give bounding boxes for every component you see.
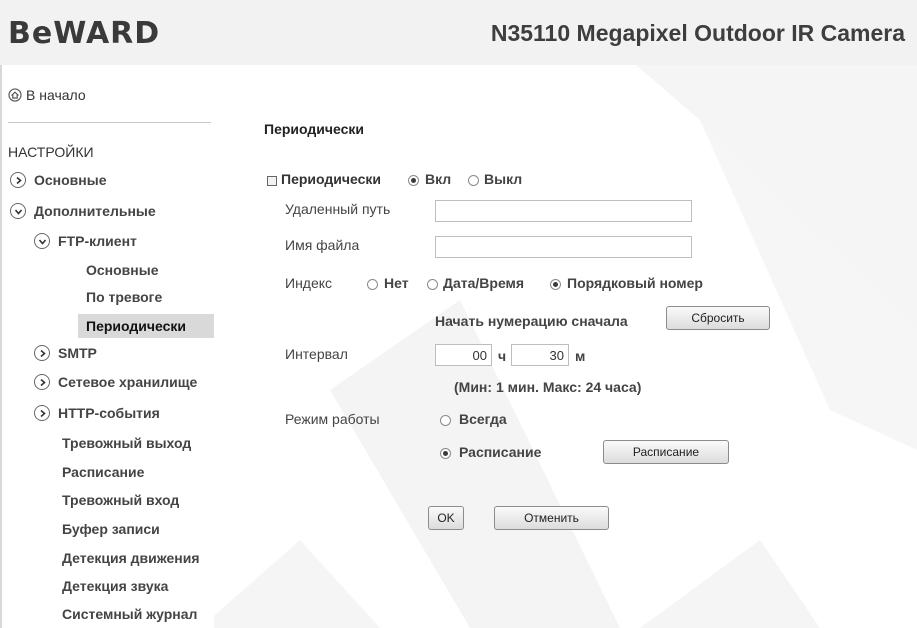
chevron-right-icon (34, 405, 50, 421)
reset-button[interactable]: Сбросить (666, 306, 770, 330)
sidebar-item-label: Расписание (62, 464, 145, 480)
chevron-down-icon (10, 203, 26, 219)
file-name-label: Имя файла (285, 237, 360, 253)
sidebar-item-motion-detection[interactable]: Детекция движения (62, 546, 200, 570)
sidebar-item-ftp-alarm[interactable]: По тревоге (86, 285, 162, 309)
sidebar-item-label: Дополнительные (34, 203, 156, 219)
remote-path-input[interactable] (435, 200, 692, 222)
chevron-right-icon (10, 172, 26, 188)
sidebar-item-label: FTP-клиент (58, 233, 137, 249)
sidebar-item-ftp-basic[interactable]: Основные (86, 258, 159, 282)
sidebar-item-label: Основные (34, 172, 107, 188)
ok-button[interactable]: OK (428, 506, 464, 530)
sidebar-item-label: Тревожный вход (62, 492, 180, 508)
interval-hours-input[interactable] (435, 344, 492, 366)
sidebar-item-record-buffer[interactable]: Буфер записи (62, 517, 160, 541)
index-none-label: Нет (384, 275, 409, 291)
schedule-button[interactable]: Расписание (603, 440, 729, 464)
sidebar-item-label: Периодически (86, 318, 186, 334)
sidebar-item-http-events[interactable]: HTTP-события (34, 401, 160, 425)
periodic-label: Периодически (281, 171, 381, 187)
sidebar-item-alarm-output[interactable]: Тревожный выход (62, 431, 191, 455)
chevron-right-icon (34, 345, 50, 361)
collapse-toggle-icon[interactable] (267, 176, 277, 186)
sidebar-item-label: Детекция движения (62, 550, 200, 566)
settings-title: НАСТРОЙКИ (8, 144, 94, 160)
main-content: Периодически Периодически Вкл Выкл Удале… (214, 65, 917, 628)
periodic-on-label: Вкл (425, 171, 452, 187)
hours-unit-label: ч (498, 348, 507, 364)
sidebar-divider (8, 122, 211, 123)
periodic-on-radio[interactable] (408, 175, 419, 186)
minutes-unit-label: м (575, 348, 586, 364)
sidebar-item-label: Сетевое хранилище (58, 374, 198, 390)
section-title: Периодически (264, 121, 364, 137)
sidebar-item-nas[interactable]: Сетевое хранилище (34, 370, 197, 394)
home-label: В начало (26, 87, 86, 103)
sidebar-item-alarm-input[interactable]: Тревожный вход (62, 488, 179, 512)
brand-logo: BeWARD (8, 16, 161, 51)
sidebar-item-label: Тревожный выход (62, 435, 192, 451)
periodic-off-label: Выкл (484, 171, 523, 187)
mode-schedule-radio[interactable] (440, 448, 451, 459)
sidebar: В начало НАСТРОЙКИ Основные Дополнительн… (0, 65, 214, 628)
sidebar-item-label: Основные (86, 262, 159, 278)
sidebar-item-ftp-client[interactable]: FTP-клиент (34, 229, 137, 253)
mode-always-label: Всегда (459, 411, 507, 427)
sidebar-item-label: Системный журнал (62, 606, 198, 622)
sidebar-item-label: Буфер записи (62, 521, 160, 537)
restart-numbering-label: Начать нумерацию сначала (435, 313, 628, 329)
sidebar-item-basic[interactable]: Основные (10, 168, 107, 192)
interval-minutes-input[interactable] (511, 344, 569, 366)
index-datetime-label: Дата/Время (443, 275, 525, 291)
sidebar-item-label: SMTP (58, 345, 97, 361)
index-none-radio[interactable] (367, 279, 378, 290)
mode-label: Режим работы (285, 411, 380, 427)
periodic-off-radio[interactable] (468, 175, 479, 186)
mode-always-radio[interactable] (440, 415, 451, 426)
interval-hint: (Мин: 1 мин. Макс: 24 часа) (454, 379, 642, 395)
sidebar-item-sound-detection[interactable]: Детекция звука (62, 574, 168, 598)
index-seq-label: Порядковый номер (567, 275, 703, 291)
sidebar-item-schedule[interactable]: Расписание (62, 460, 144, 484)
index-seq-radio[interactable] (550, 279, 561, 290)
sidebar-item-label: По тревоге (86, 289, 163, 305)
chevron-right-icon (34, 374, 50, 390)
sidebar-item-advanced[interactable]: Дополнительные (10, 199, 156, 223)
remote-path-label: Удаленный путь (285, 201, 391, 217)
chevron-down-icon (34, 233, 50, 249)
interval-label: Интервал (285, 346, 348, 362)
sidebar-item-label: HTTP-события (58, 405, 160, 421)
sidebar-item-label: Детекция звука (62, 578, 169, 594)
sidebar-item-smtp[interactable]: SMTP (34, 341, 97, 365)
sidebar-item-system-log[interactable]: Системный журнал (62, 602, 197, 626)
home-icon (8, 88, 22, 102)
sidebar-item-ftp-periodic[interactable]: Периодически (78, 314, 214, 338)
index-label: Индекс (285, 275, 333, 291)
index-datetime-radio[interactable] (427, 279, 438, 290)
camera-model-title: N35110 Megapixel Outdoor IR Camera (490, 20, 905, 46)
home-link[interactable]: В начало (8, 87, 86, 103)
header: BeWARD N35110 Megapixel Outdoor IR Camer… (0, 0, 917, 65)
mode-schedule-label: Расписание (459, 444, 542, 460)
cancel-button[interactable]: Отменить (494, 506, 609, 530)
file-name-input[interactable] (435, 236, 692, 258)
